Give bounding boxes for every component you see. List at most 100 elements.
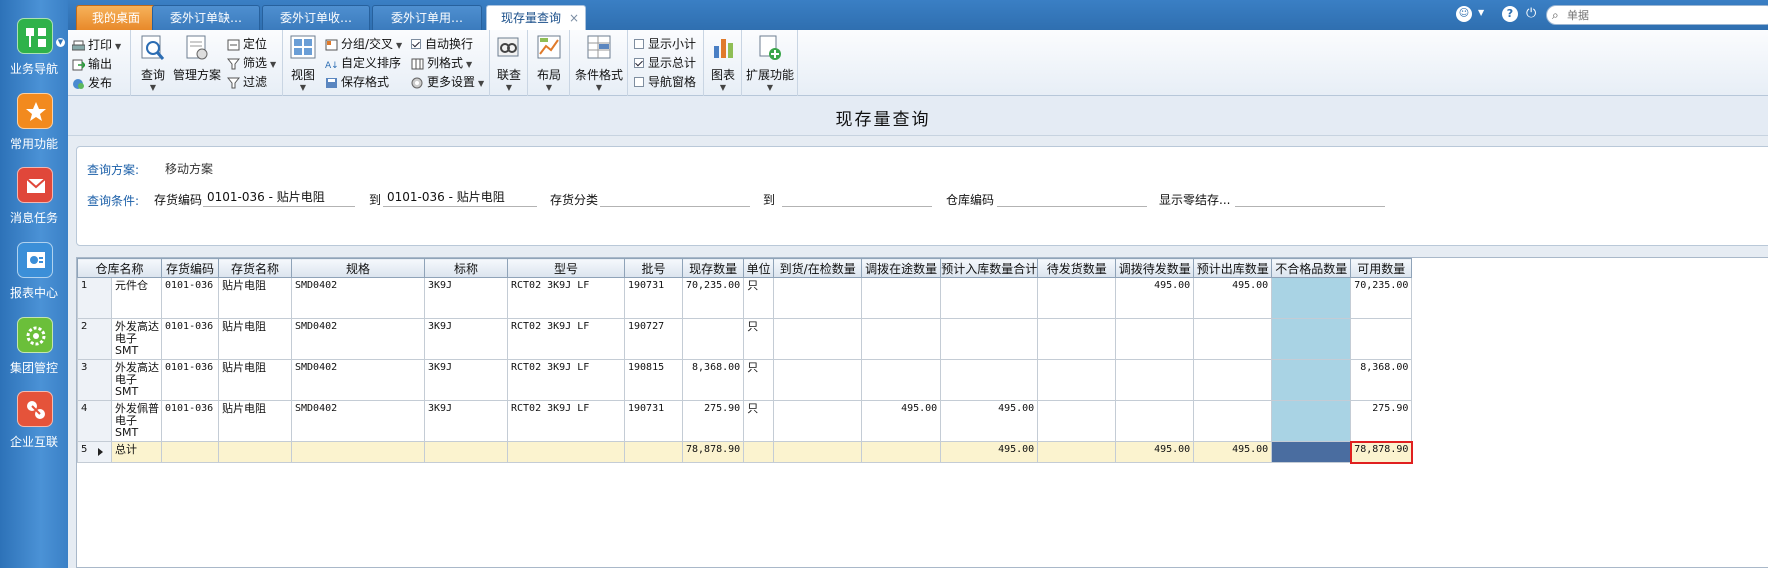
tab-home[interactable]: 我的桌面 [76, 5, 156, 30]
cell-warehouse[interactable]: 外发高达电子SMT [111, 359, 162, 401]
tab-outsourcing-usage[interactable]: 委外订单用… [372, 5, 482, 30]
inv-code-to-field[interactable]: 0101-036 - 贴片电阻 [383, 187, 537, 207]
cell-expected-in-qty[interactable] [940, 359, 1039, 401]
cell-expected-in-qty[interactable]: 495.00 [940, 400, 1039, 442]
table-row[interactable]: 3 外发高达电子SMT 0101-036 贴片电阻 SMD0402 3K9J R… [77, 359, 1413, 401]
tab-outsourcing-shortage[interactable]: 委外订单缺… [152, 5, 260, 30]
cell-unit[interactable]: 只 [743, 359, 775, 401]
cell-inv-name[interactable] [218, 441, 292, 463]
cell-available-qty[interactable]: 8,368.00 [1350, 359, 1413, 401]
cell-batch[interactable]: 190815 [624, 359, 683, 401]
cell-batch[interactable]: 190731 [624, 400, 683, 442]
cell-arrival-qty[interactable] [773, 318, 863, 360]
column-header[interactable]: 到货/在检数量 [773, 258, 863, 278]
cell-defective-qty[interactable] [1271, 318, 1352, 360]
cell-pending-ship-qty[interactable] [1037, 277, 1117, 319]
tab-stock-query[interactable]: 现存量查询 × [486, 5, 586, 30]
cell-batch[interactable]: 190727 [624, 318, 683, 360]
manage-scheme-button[interactable]: 管理方案 [173, 34, 221, 83]
cell-nominal[interactable]: 3K9J [424, 400, 508, 442]
cell-on-hand-qty[interactable] [681, 318, 745, 360]
print-button[interactable]: 打印 ▼ [72, 36, 121, 53]
column-header[interactable]: 不合格品数量 [1271, 258, 1352, 278]
cell-unit[interactable]: 只 [743, 318, 775, 360]
cell-on-hand-qty-total[interactable]: 78,878.90 [681, 441, 745, 463]
cell-unit[interactable]: 只 [743, 277, 775, 319]
auto-wrap-button[interactable]: 自动换行 [411, 35, 473, 52]
cell-warehouse[interactable]: 元件仓 [111, 277, 162, 319]
column-header[interactable]: 标称 [424, 258, 508, 278]
save-format-button[interactable]: 保存格式 [325, 73, 389, 90]
column-header[interactable]: 单位 [743, 258, 775, 278]
nav-pane-checkbox[interactable] [634, 76, 644, 87]
cell-model[interactable]: RCT02 3K9J LF [507, 400, 625, 442]
row-number[interactable]: 1 [77, 277, 112, 319]
cell-available-qty[interactable]: 70,235.00 [1350, 277, 1413, 319]
column-header[interactable]: 待发货数量 [1037, 258, 1117, 278]
cell-spec[interactable]: SMD0402 [291, 318, 425, 360]
table-row[interactable]: 4 外发佩普电子SMT 0101-036 贴片电阻 SMD0402 3K9J R… [77, 400, 1413, 442]
cell-inv-code[interactable]: 0101-036 [161, 359, 219, 401]
group-cross-button[interactable]: 分组/交叉 ▼ [325, 35, 402, 52]
cell-inv-code[interactable]: 0101-036 [161, 400, 219, 442]
tab-outsourcing-receipt[interactable]: 委外订单收… [262, 5, 370, 30]
table-row[interactable]: 2 外发高达电子SMT 0101-036 贴片电阻 SMD0402 3K9J R… [77, 318, 1413, 360]
warehouse-code-field[interactable] [997, 187, 1147, 207]
cell-expected-out-qty-total[interactable]: 495.00 [1193, 441, 1273, 463]
cell-pending-ship-qty[interactable] [1037, 359, 1117, 401]
cell-batch[interactable]: 190731 [624, 277, 683, 319]
column-header[interactable]: 预计入库数量合计 [940, 258, 1039, 278]
cell-defective-qty-selected[interactable] [1271, 441, 1352, 463]
cell-batch[interactable] [624, 441, 683, 463]
layout-button[interactable]: 布局 ▼ [532, 34, 566, 92]
cell-expected-out-qty[interactable] [1193, 359, 1273, 401]
cell-defective-qty[interactable] [1271, 277, 1352, 319]
filter-button[interactable]: 过滤 [227, 73, 267, 90]
cell-pending-ship-qty[interactable] [1037, 318, 1117, 360]
power-icon[interactable]: ⏻ [1526, 6, 1536, 21]
show-total-checkbox[interactable] [634, 57, 644, 68]
show-total-toggle[interactable]: 显示总计 [634, 54, 696, 71]
show-subtotal-toggle[interactable]: 显示小计 [634, 35, 696, 52]
cell-nominal[interactable] [424, 441, 508, 463]
cell-transfer-pending-qty[interactable] [1115, 318, 1195, 360]
cell-defective-qty[interactable] [1271, 400, 1352, 442]
column-header[interactable]: 仓库名称 [77, 258, 162, 278]
cell-transfer-transit-qty[interactable] [861, 441, 942, 463]
help-icon[interactable]: ? [1502, 6, 1518, 22]
extend-button[interactable]: 扩展功能 ▼ [744, 34, 796, 92]
cell-on-hand-qty[interactable]: 275.90 [681, 400, 745, 442]
column-header[interactable]: 调拨待发数量 [1115, 258, 1195, 278]
cell-unit[interactable] [743, 441, 775, 463]
cell-spec[interactable] [291, 441, 425, 463]
search-box[interactable]: ⌕ [1546, 5, 1768, 25]
row-number[interactable]: 5 [77, 441, 112, 463]
column-header[interactable]: 规格 [291, 258, 425, 278]
cell-transfer-pending-qty[interactable] [1115, 359, 1195, 401]
cell-transfer-transit-qty[interactable]: 495.00 [861, 400, 942, 442]
locate-button[interactable]: 定位 [227, 35, 267, 52]
inv-class-to-field[interactable] [782, 187, 932, 207]
cell-nominal[interactable]: 3K9J [424, 277, 508, 319]
column-header[interactable]: 存货编码 [161, 258, 219, 278]
cell-transfer-transit-qty[interactable] [861, 359, 942, 401]
column-format-button[interactable]: 列格式 ▼ [411, 54, 472, 71]
cell-expected-in-qty[interactable] [940, 277, 1039, 319]
search-input[interactable] [1567, 8, 1627, 23]
cell-total-label[interactable]: 总计 [111, 441, 162, 463]
cell-inv-name[interactable]: 贴片电阻 [218, 318, 292, 360]
total-row[interactable]: 5 总计 78,878.90 495.00 495.00 495.00 78,8… [77, 440, 1413, 464]
query-button[interactable]: 查询 ▼ [136, 34, 170, 92]
cell-transfer-transit-qty[interactable] [861, 318, 942, 360]
cell-arrival-qty[interactable] [773, 359, 863, 401]
more-settings-button[interactable]: 更多设置 ▼ [411, 73, 484, 90]
cell-model[interactable] [507, 441, 625, 463]
inv-code-from-field[interactable]: 0101-036 - 贴片电阻 [203, 187, 355, 207]
cell-available-qty[interactable]: 275.90 [1350, 400, 1413, 442]
cell-unit[interactable]: 只 [743, 400, 775, 442]
inv-class-from-field[interactable] [600, 187, 750, 207]
column-header[interactable]: 型号 [507, 258, 625, 278]
cell-transfer-transit-qty[interactable] [861, 277, 942, 319]
show-zero-field[interactable] [1235, 187, 1385, 207]
cell-inv-name[interactable]: 贴片电阻 [218, 400, 292, 442]
